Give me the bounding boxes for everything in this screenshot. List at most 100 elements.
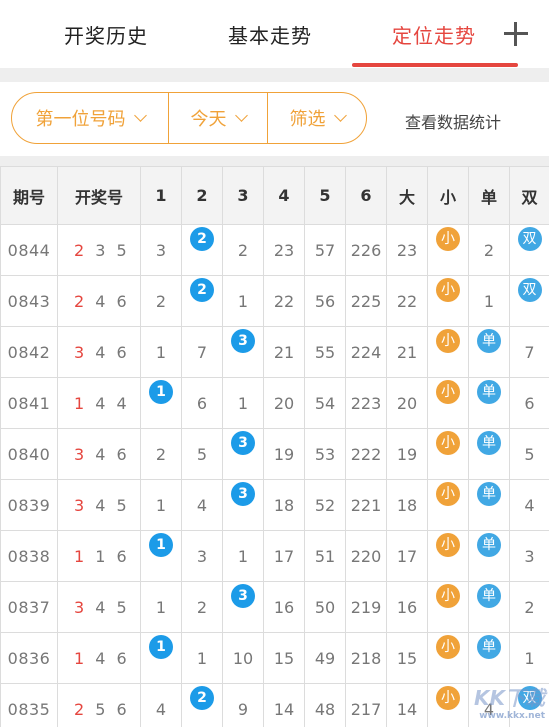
filter-dropdown-label: 筛选 [289, 109, 326, 130]
period-cell: 0836 [0, 632, 58, 684]
position-4-cell: 21 [263, 326, 305, 378]
chevron-down-icon [133, 108, 147, 122]
even-cell: 5 [509, 428, 549, 480]
even-cell: 3 [509, 530, 549, 582]
filter-dropdown[interactable]: 筛选 [268, 93, 366, 143]
period-cell: 0835 [0, 683, 58, 727]
position-6-cell: 222 [345, 428, 387, 480]
position-5-cell: 48 [304, 683, 346, 727]
small-cell: 小 [427, 275, 469, 327]
draw-number-cell: 1 4 6 [57, 632, 141, 684]
position-dropdown-label: 第一位号码 [35, 109, 126, 130]
other-digits: 3 5 [95, 240, 130, 260]
table-row: 0841 1 4 4 1 6 1 20 54 223 20 小单 6 [0, 377, 549, 429]
draw-number-cell: 3 4 6 [57, 326, 141, 378]
small-cell: 小 [427, 632, 469, 684]
first-digit: 3 [74, 597, 88, 617]
position-2-cell-ball: 2 [190, 227, 214, 251]
position-4-cell: 20 [263, 377, 305, 429]
plus-icon[interactable] [502, 20, 530, 48]
header-even: 双 [509, 166, 549, 225]
header-col-5: 5 [304, 166, 346, 225]
date-dropdown[interactable]: 今天 [169, 93, 268, 143]
position-5-cell: 51 [304, 530, 346, 582]
position-2-cell-ball: 2 [190, 278, 214, 302]
small-cell-ball: 小 [436, 380, 460, 404]
position-5-cell: 54 [304, 377, 346, 429]
small-cell: 小 [427, 428, 469, 480]
odd-cell-ball: 单 [477, 635, 501, 659]
draw-number-cell: 1 4 4 [57, 377, 141, 429]
odd-cell: 单 [468, 479, 510, 531]
view-statistics-link[interactable]: 查看数据统计 [405, 109, 501, 133]
table-row: 0837 3 4 5 1 2 3 16 50 219 16 小单 2 [0, 581, 549, 633]
first-digit: 2 [74, 699, 88, 719]
odd-cell: 单 [468, 377, 510, 429]
draw-number-cell: 3 4 5 [57, 479, 141, 531]
table-row: 0842 3 4 6 1 7 3 21 55 224 21 小单 7 [0, 326, 549, 378]
position-1-cell: 1 [140, 479, 182, 531]
position-1-cell: 1 [140, 581, 182, 633]
odd-cell: 单 [468, 632, 510, 684]
small-cell-ball: 小 [436, 431, 460, 455]
odd-cell: 单 [468, 428, 510, 480]
other-digits: 5 6 [95, 699, 130, 719]
draw-number-cell: 3 4 6 [57, 428, 141, 480]
table-row: 0838 1 1 6 1 3 1 17 51 220 17 小单 3 [0, 530, 549, 582]
position-4-cell: 19 [263, 428, 305, 480]
other-digits: 4 6 [95, 342, 130, 362]
position-4-cell: 23 [263, 224, 305, 276]
odd-cell-ball: 单 [477, 584, 501, 608]
position-1-cell: 1 [140, 326, 182, 378]
position-3-cell: 2 [222, 224, 264, 276]
position-3-cell: 1 [222, 377, 264, 429]
tab-position-trend[interactable]: 定位走势 [392, 20, 476, 49]
position-3-cell: 3 [222, 581, 264, 633]
position-6-cell: 220 [345, 530, 387, 582]
position-dropdown[interactable]: 第一位号码 [12, 93, 169, 143]
position-2-cell: 5 [181, 428, 223, 480]
position-4-cell: 16 [263, 581, 305, 633]
even-cell: 2 [509, 581, 549, 633]
big-cell: 23 [386, 224, 428, 276]
active-tab-indicator [352, 63, 518, 67]
position-1-cell: 2 [140, 428, 182, 480]
other-digits: 4 4 [95, 393, 130, 413]
period-cell: 0839 [0, 479, 58, 531]
header-big: 大 [386, 166, 428, 225]
table-row: 0839 3 4 5 1 4 3 18 52 221 18 小单 4 [0, 479, 549, 531]
even-cell-ball: 双 [517, 227, 542, 251]
odd-cell-ball: 单 [477, 380, 501, 404]
position-3-cell: 3 [222, 428, 264, 480]
big-cell: 20 [386, 377, 428, 429]
position-1-cell: 4 [140, 683, 182, 727]
even-cell: 双 [509, 275, 549, 327]
small-cell-ball: 小 [436, 686, 460, 710]
header-odd: 单 [468, 166, 510, 225]
first-digit: 1 [74, 546, 88, 566]
position-6-cell: 221 [345, 479, 387, 531]
even-cell-ball: 双 [517, 278, 542, 302]
position-4-cell: 22 [263, 275, 305, 327]
position-6-cell: 224 [345, 326, 387, 378]
table-row: 0843 2 4 6 2 2 1 22 56 225 22 小 1 双 [0, 275, 549, 327]
small-cell: 小 [427, 377, 469, 429]
position-6-cell: 223 [345, 377, 387, 429]
small-cell: 小 [427, 224, 469, 276]
other-digits: 4 6 [95, 648, 130, 668]
odd-cell: 单 [468, 581, 510, 633]
position-2-cell: 2 [181, 275, 223, 327]
first-digit: 3 [74, 342, 88, 362]
period-cell: 0842 [0, 326, 58, 378]
position-5-cell: 56 [304, 275, 346, 327]
draw-number-cell: 2 5 6 [57, 683, 141, 727]
tab-draw-history[interactable]: 开奖历史 [64, 20, 148, 49]
odd-cell: 1 [468, 275, 510, 327]
position-3-cell-ball: 3 [231, 431, 255, 455]
draw-number-cell: 1 1 6 [57, 530, 141, 582]
position-5-cell: 49 [304, 632, 346, 684]
other-digits: 4 5 [95, 597, 130, 617]
tab-basic-trend[interactable]: 基本走势 [228, 20, 312, 49]
even-cell: 双 [509, 224, 549, 276]
big-cell: 18 [386, 479, 428, 531]
